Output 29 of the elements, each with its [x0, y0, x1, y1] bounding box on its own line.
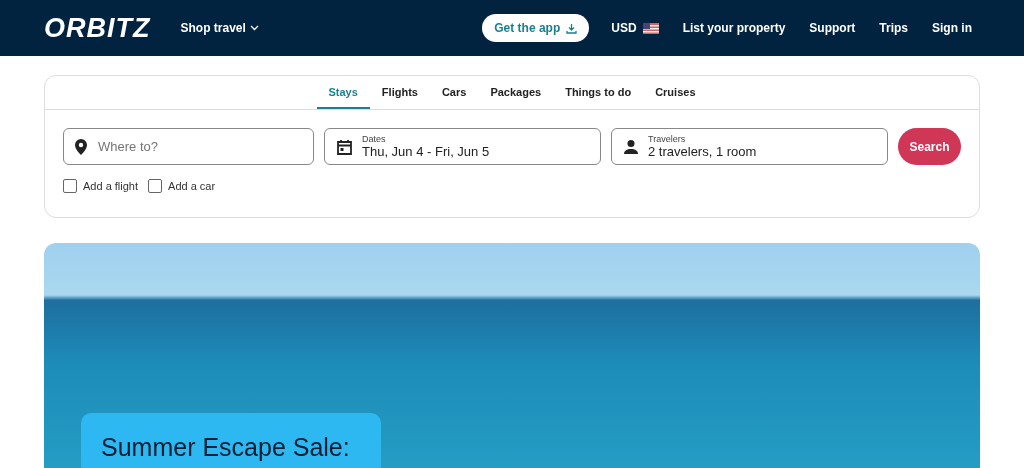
checkbox[interactable] [148, 179, 163, 193]
checkbox[interactable] [63, 179, 77, 193]
search-button[interactable]: Search [898, 128, 961, 165]
flag-icon [642, 22, 659, 34]
get-the-app-button[interactable]: Get the app [482, 14, 590, 42]
destination-field[interactable]: Where to? [63, 128, 314, 165]
search-tab[interactable]: Stays [316, 76, 370, 109]
person-icon [624, 139, 638, 154]
checkbox-label: Add a car [168, 180, 216, 192]
search-tab[interactable]: Flights [369, 76, 430, 109]
location-pin-icon [75, 139, 87, 155]
calendar-icon [337, 138, 352, 155]
currency-selector[interactable]: USD [599, 21, 671, 35]
search-tab[interactable]: Cars [429, 76, 479, 109]
search-tab[interactable]: Cruises [643, 76, 708, 109]
nav-link[interactable]: List your property [670, 21, 798, 35]
checkbox-label: Add a flight [83, 180, 139, 192]
shop-travel-menu[interactable]: Shop travel [180, 21, 259, 35]
search-tab[interactable]: Things to do [553, 76, 644, 109]
dates-field[interactable]: Dates Thu, Jun 4 - Fri, Jun 5 [324, 128, 601, 165]
nav-link[interactable]: Sign in [920, 21, 984, 35]
promo-headline: Summer Escape Sale: [101, 433, 350, 461]
orbitz-logo[interactable]: ORBITZ [44, 12, 151, 44]
nav-link[interactable]: Support [797, 21, 868, 35]
search-tab[interactable]: Packages [478, 76, 554, 109]
chevron-down-icon [249, 25, 259, 31]
download-icon [566, 22, 578, 34]
travelers-field[interactable]: Travelers 2 travelers, 1 room [611, 128, 888, 165]
nav-link[interactable]: Trips [867, 21, 920, 35]
